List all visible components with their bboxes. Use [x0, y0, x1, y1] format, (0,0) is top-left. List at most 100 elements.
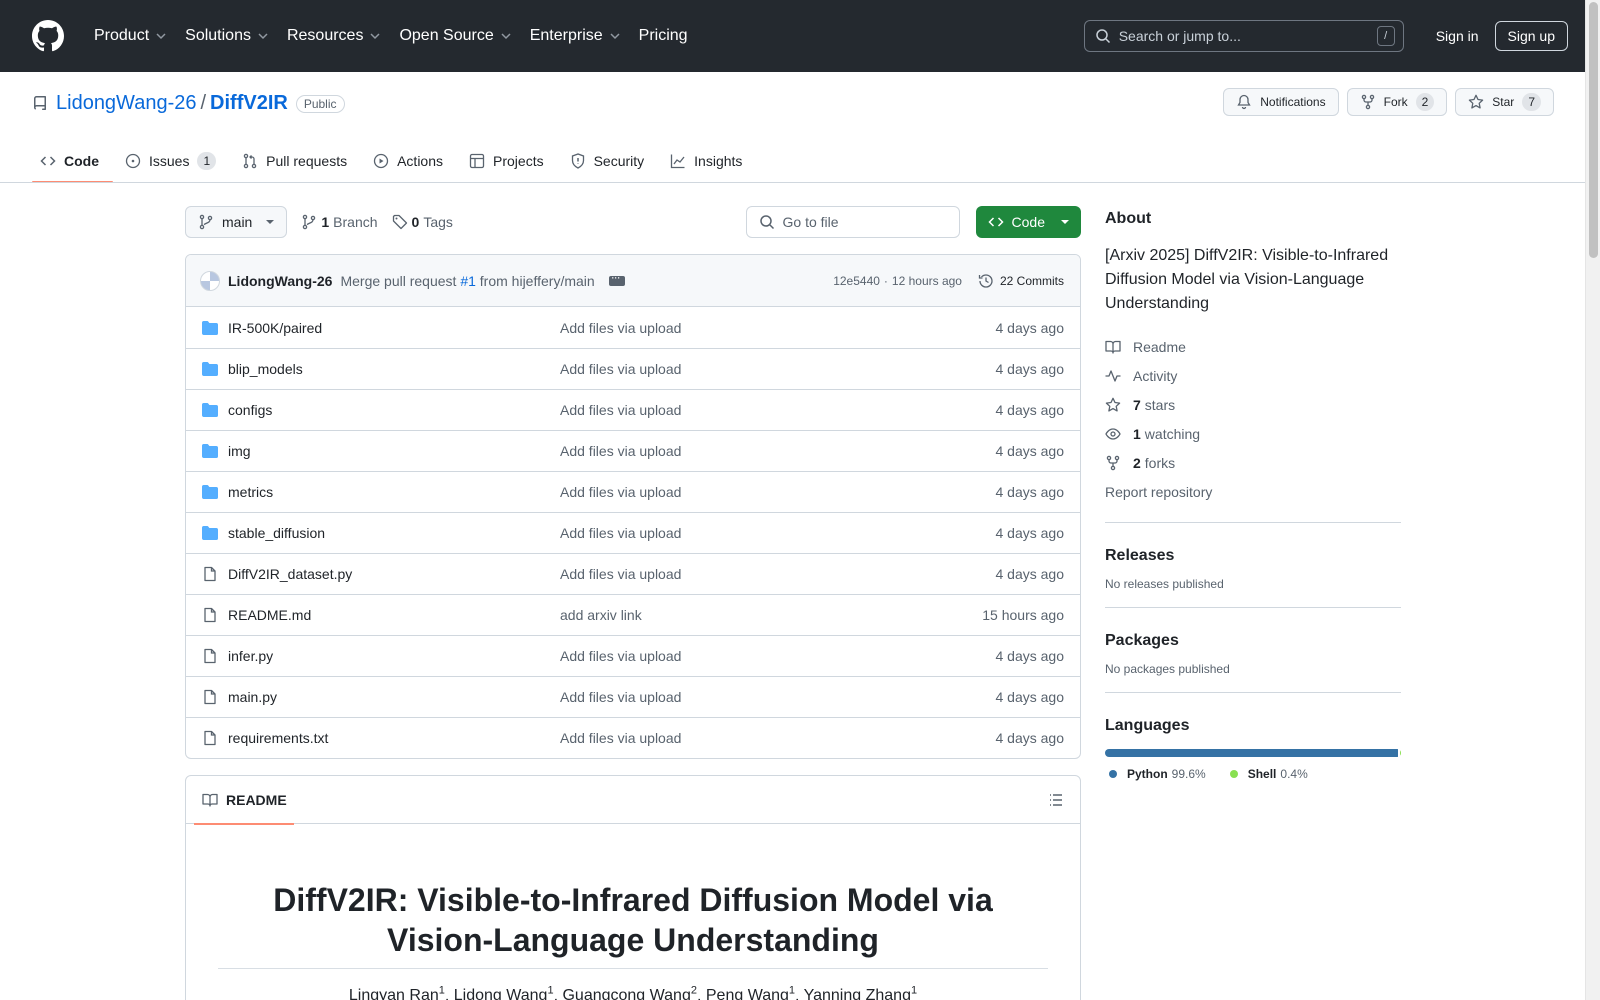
file-commit-message-link[interactable]: Add files via upload: [560, 730, 681, 746]
shield-icon: [571, 153, 584, 169]
repo-path-separator: /: [200, 92, 207, 114]
releases-heading[interactable]: Releases: [1105, 547, 1401, 565]
nav-product[interactable]: Product: [86, 27, 175, 45]
file-name-link[interactable]: DiffV2IR_dataset.py: [228, 566, 560, 582]
go-to-file-input[interactable]: Go to file: [745, 206, 960, 238]
file-name-link[interactable]: stable_diffusion: [228, 525, 560, 541]
file-row[interactable]: blip_models Add files via upload 4 days ag…: [186, 348, 1080, 389]
language-item[interactable]: Shell 0.4%: [1229, 767, 1308, 781]
author-name: Lidong Wang1: [453, 985, 554, 1000]
pull-request-link[interactable]: #1: [460, 273, 476, 289]
nav-resources[interactable]: Resources: [279, 27, 389, 45]
file-row[interactable]: README.md add arxiv link 15 hours ago: [186, 594, 1080, 635]
github-logo-icon[interactable]: [32, 20, 64, 52]
author-affiliation: 1: [547, 985, 554, 997]
file-commit-message-link[interactable]: Add files via upload: [560, 648, 681, 664]
watchers-link[interactable]: 1 watching: [1105, 419, 1401, 448]
notifications-button[interactable]: Notifications: [1223, 88, 1339, 116]
branch-selector[interactable]: main: [185, 206, 288, 238]
tab-actions[interactable]: Actions: [365, 140, 457, 182]
folder-icon: [202, 485, 218, 499]
file-name-link[interactable]: requirements.txt: [228, 730, 560, 746]
file-row[interactable]: img Add files via upload 4 days ago: [186, 430, 1080, 471]
tab-pull-requests[interactable]: Pull requests: [234, 140, 361, 182]
sign-up-button[interactable]: Sign up: [1494, 21, 1568, 51]
tags-link[interactable]: 0 Tags: [392, 214, 453, 230]
author-affiliation: 2: [690, 985, 697, 997]
issues-count: 1: [197, 152, 217, 170]
file-row[interactable]: main.py Add files via upload 4 days ago: [186, 676, 1080, 717]
commit-hash-link[interactable]: 12e5440: [833, 274, 880, 288]
page-scrollbar[interactable]: [1585, 0, 1600, 1000]
file-commit-message-link[interactable]: Add files via upload: [560, 525, 681, 541]
report-repository-link[interactable]: Report repository: [1105, 477, 1401, 506]
language-bar-segment: [1105, 749, 1398, 757]
file-navigation: main 1 Branch 0 Tags Go to file Code: [185, 206, 1081, 238]
language-list: Python 99.6% Shell 0.4%: [1105, 767, 1401, 781]
branches-link[interactable]: 1 Branch: [301, 214, 378, 230]
star-button[interactable]: Star 7: [1455, 88, 1554, 116]
file-list: IR-500K/paired Add files via upload 4 days…: [186, 307, 1080, 758]
global-search-input[interactable]: Search or jump to... /: [1083, 20, 1404, 52]
file-name-link[interactable]: blip_models: [228, 361, 560, 377]
scrollbar-thumb[interactable]: [1589, 2, 1598, 258]
commit-author-link[interactable]: LidongWang-26: [228, 273, 332, 289]
file-name-link[interactable]: img: [228, 443, 560, 459]
file-commit-message-link[interactable]: Add files via upload: [560, 484, 681, 500]
stars-link[interactable]: 7 stars: [1105, 390, 1401, 419]
nav-open-source[interactable]: Open Source: [391, 27, 519, 45]
nav-pricing[interactable]: Pricing: [631, 27, 696, 45]
language-bar: [1105, 749, 1401, 757]
commits-history-link[interactable]: 22 Commits: [978, 273, 1064, 289]
repo-sidebar: About [Arxiv 2025] DiffV2IR: Visible-to-…: [1105, 210, 1401, 781]
file-row[interactable]: IR-500K/paired Add files via upload 4 days…: [186, 307, 1080, 348]
file-name-link[interactable]: README.md: [228, 607, 560, 623]
file-commit-message-link[interactable]: add arxiv link: [560, 607, 642, 623]
releases-empty-text: No releases published: [1105, 577, 1224, 591]
readme-tab[interactable]: README: [194, 776, 295, 825]
file-commit-message-link[interactable]: Add files via upload: [560, 689, 681, 705]
tab-security[interactable]: Security: [562, 140, 659, 182]
repo-name-link[interactable]: DiffV2IR: [210, 92, 288, 115]
repo-owner-link[interactable]: LidongWang-26: [56, 92, 196, 115]
packages-heading[interactable]: Packages: [1105, 632, 1401, 650]
file-commit-message-link[interactable]: Add files via upload: [560, 361, 681, 377]
tab-code[interactable]: Code: [32, 140, 113, 183]
language-name: Shell: [1247, 767, 1277, 781]
forks-link[interactable]: 2 forks: [1105, 448, 1401, 477]
file-name-link[interactable]: IR-500K/paired: [228, 320, 560, 336]
file-name-link[interactable]: main.py: [228, 689, 560, 705]
file-row[interactable]: metrics Add files via upload 4 days ago: [186, 471, 1080, 512]
activity-link[interactable]: Activity: [1105, 361, 1401, 390]
file-row[interactable]: requirements.txt Add files via upload 4 da…: [186, 717, 1080, 758]
file-row[interactable]: infer.py Add files via upload 4 days ago: [186, 635, 1080, 676]
readme-link[interactable]: Readme: [1105, 332, 1401, 361]
code-dropdown-button[interactable]: Code: [975, 206, 1081, 238]
file-icon: [204, 689, 216, 705]
file-name-link[interactable]: infer.py: [228, 648, 560, 664]
book-icon: [1105, 340, 1121, 354]
outline-list-icon[interactable]: [1048, 792, 1064, 808]
file-name-link[interactable]: metrics: [228, 484, 560, 500]
author-affiliation: 1: [788, 985, 796, 997]
expand-commit-message-icon[interactable]: [608, 270, 625, 286]
file-commit-message-link[interactable]: Add files via upload: [560, 402, 681, 418]
chevron-down-icon: [501, 33, 511, 40]
file-name-link[interactable]: configs: [228, 402, 560, 418]
avatar[interactable]: [200, 270, 220, 291]
nav-solutions[interactable]: Solutions: [177, 27, 277, 45]
file-row[interactable]: configs Add files via upload 4 days ago: [186, 389, 1080, 430]
file-commit-message-link[interactable]: Add files via upload: [560, 566, 681, 582]
file-commit-message-link[interactable]: Add files via upload: [560, 443, 681, 459]
file-commit-message-link[interactable]: Add files via upload: [560, 320, 681, 336]
file-row[interactable]: DiffV2IR_dataset.py Add files via upload 4…: [186, 553, 1080, 594]
fork-button[interactable]: Fork 2: [1346, 88, 1448, 116]
file-row[interactable]: stable_diffusion Add files via upload 4 da…: [186, 512, 1080, 553]
language-item[interactable]: Python 99.6%: [1109, 767, 1206, 781]
tab-projects[interactable]: Projects: [461, 140, 558, 182]
nav-enterprise[interactable]: Enterprise: [522, 27, 629, 45]
star-count: 7: [1522, 93, 1541, 111]
tab-issues[interactable]: Issues 1: [117, 140, 230, 182]
sign-in-link[interactable]: Sign in: [1420, 28, 1495, 44]
tab-insights[interactable]: Insights: [662, 140, 756, 182]
